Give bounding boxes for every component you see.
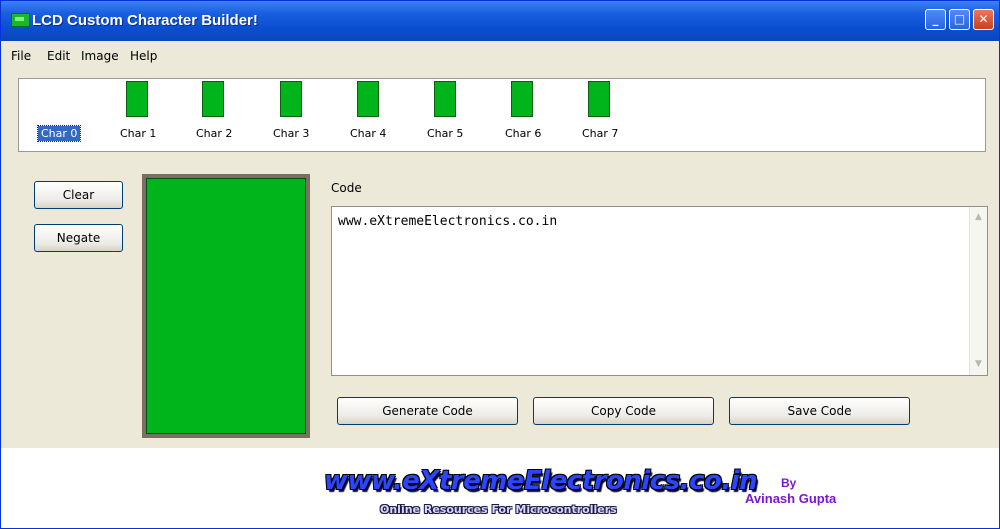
maximize-button[interactable]: □ [949, 9, 970, 30]
window-title: LCD Custom Character Builder! [32, 12, 258, 29]
by-label: By [781, 476, 797, 490]
close-button[interactable]: ✕ [973, 9, 994, 30]
char-item-6-preview[interactable] [511, 81, 533, 117]
char-item-2-preview[interactable] [202, 81, 224, 117]
char-item-7-preview[interactable] [588, 81, 610, 117]
footer-banner: www.eXtremeElectronics.co.in Online Reso… [1, 448, 999, 528]
title-bar[interactable]: LCD Custom Character Builder! _ □ ✕ [1, 1, 999, 41]
menu-bar: File Edit Image Help [1, 41, 999, 71]
negate-button[interactable]: Negate [34, 224, 123, 252]
char-item-3-label[interactable]: Char 3 [270, 126, 312, 141]
char-item-1-label[interactable]: Char 1 [117, 126, 159, 141]
author-name: Avinash Gupta [745, 491, 837, 506]
menu-edit[interactable]: Edit [47, 49, 70, 63]
minimize-button[interactable]: _ [925, 9, 946, 30]
char-item-4-preview[interactable] [357, 81, 379, 117]
char-item-2-label[interactable]: Char 2 [193, 126, 235, 141]
pixel-editor-grid[interactable] [146, 178, 306, 434]
menu-help[interactable]: Help [130, 49, 157, 63]
char-item-7-label[interactable]: Char 7 [579, 126, 621, 141]
char-item-0-label[interactable]: Char 0 [36, 125, 82, 142]
character-list: Char 0 Char 1 Char 2 Char 3 Char 4 Char … [18, 78, 986, 152]
lcd-app-icon [11, 13, 30, 27]
char-item-5-preview[interactable] [434, 81, 456, 117]
code-label: Code [331, 181, 362, 195]
clear-button[interactable]: Clear [34, 181, 123, 209]
char-item-1-preview[interactable] [126, 81, 148, 117]
code-scrollbar[interactable]: ▲ ▼ [969, 207, 987, 375]
app-window: LCD Custom Character Builder! _ □ ✕ File… [0, 0, 1000, 529]
code-textarea[interactable]: www.eXtremeElectronics.co.in ▲ ▼ [331, 206, 988, 376]
generate-code-button[interactable]: Generate Code [337, 397, 518, 425]
copy-code-button[interactable]: Copy Code [533, 397, 714, 425]
char-item-5-label[interactable]: Char 5 [424, 126, 466, 141]
scroll-down-arrow-icon[interactable]: ▼ [971, 357, 986, 372]
scroll-up-arrow-icon[interactable]: ▲ [971, 210, 986, 225]
site-tagline: Online Resources For Microcontrollers [380, 503, 617, 516]
char-item-6-label[interactable]: Char 6 [502, 126, 544, 141]
menu-image[interactable]: Image [81, 49, 119, 63]
save-code-button[interactable]: Save Code [729, 397, 910, 425]
menu-file[interactable]: File [11, 49, 31, 63]
char-item-3-preview[interactable] [280, 81, 302, 117]
pixel-editor-frame [142, 174, 310, 438]
char-item-4-label[interactable]: Char 4 [347, 126, 389, 141]
site-logo[interactable]: www.eXtremeElectronics.co.in [324, 466, 758, 496]
code-text: www.eXtremeElectronics.co.in [338, 214, 558, 229]
